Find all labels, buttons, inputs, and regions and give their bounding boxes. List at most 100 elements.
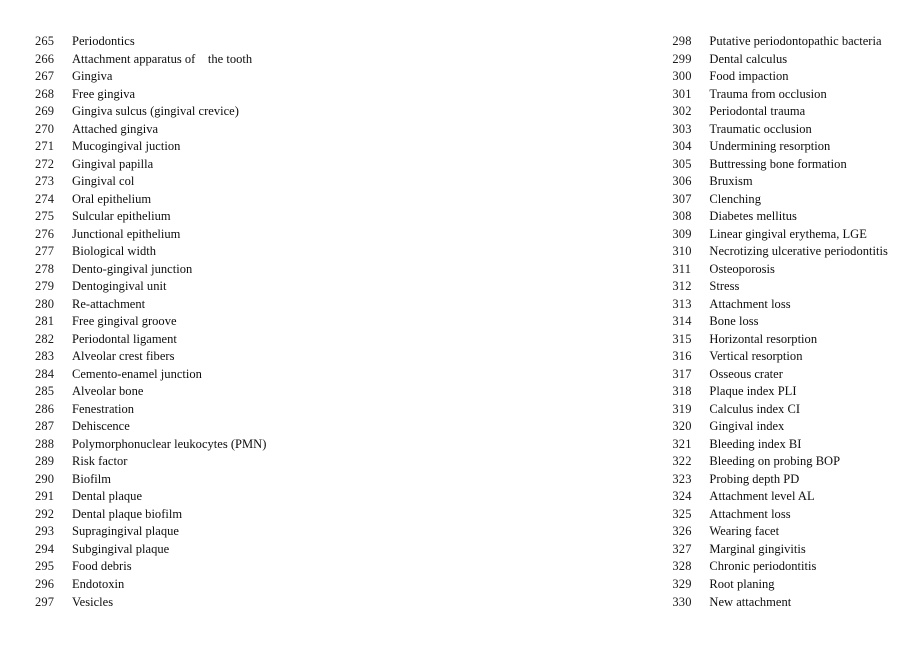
glossary-entry: 324 Attachment level AL: [672, 488, 887, 506]
glossary-entry-label: Dehiscence: [72, 419, 130, 434]
glossary-entry-number: 297: [35, 594, 55, 609]
glossary-entry: 300 Food impaction: [672, 68, 887, 86]
glossary-entry-label: Bruxism: [709, 174, 753, 189]
glossary-entry-label: Oral epithelium: [72, 191, 152, 206]
glossary-entry-label: Cemento-enamel junction: [72, 366, 202, 381]
glossary-entry: 270 Attached gingiva: [35, 121, 266, 139]
glossary-entry-label: Bleeding index BI: [709, 436, 802, 451]
glossary-entry: 284 Cemento-enamel junction: [35, 366, 266, 384]
glossary-entry: 286 Fenestration: [35, 401, 266, 419]
glossary-entry-label: Dental plaque: [72, 489, 143, 504]
glossary-entry: 288 Polymorphonuclear leukocytes (PMN): [35, 436, 266, 454]
glossary-entry: 293 Supragingival plaque: [35, 523, 266, 541]
glossary-entry-number: 288: [35, 436, 55, 451]
glossary-entry: 290 Biofilm: [35, 471, 266, 489]
glossary-entry-label: Osseous crater: [709, 366, 783, 381]
glossary-entry-number: 323: [672, 471, 692, 486]
glossary-entry: 328 Chronic periodontitis: [672, 558, 887, 576]
glossary-column-right: 298 Putative periodontopathic bacteria 299…: [672, 33, 887, 611]
glossary-entry-number: 310: [672, 244, 692, 259]
glossary-entry: 266 Attachment apparatus of the tooth: [35, 51, 266, 69]
glossary-entry: 282 Periodontal ligament: [35, 331, 266, 349]
glossary-entry-label: Calculus index CI: [709, 401, 801, 416]
glossary-entry-number: 279: [35, 279, 55, 294]
glossary-entry-number: 326: [672, 524, 692, 539]
glossary-entry-number: 292: [35, 506, 55, 521]
glossary-entry: 318 Plaque index PLI: [672, 383, 887, 401]
glossary-entry-number: 267: [35, 69, 55, 84]
glossary-entry-label: Attachment loss: [709, 296, 791, 311]
glossary-entry: 294 Subgingival plaque: [35, 541, 266, 559]
glossary-entry-label: Junctional epithelium: [72, 226, 181, 241]
glossary-entry-number: 283: [35, 349, 55, 364]
glossary-entry-label: Periodontal ligament: [72, 331, 177, 346]
glossary-entry-label: Buttressing bone formation: [709, 156, 847, 171]
glossary-entry-number: 269: [35, 104, 55, 119]
glossary-entry-label: Sulcular epithelium: [72, 209, 171, 224]
glossary-entry: 316 Vertical resorption: [672, 348, 887, 366]
glossary-entry: 314 Bone loss: [672, 313, 887, 331]
glossary-entry: 313 Attachment loss: [672, 296, 887, 314]
glossary-entry: 330 New attachment: [672, 594, 887, 612]
glossary-entry-label: Necrotizing ulcerative periodontitis: [709, 244, 888, 259]
glossary-entry-number: 302: [672, 104, 692, 119]
glossary-entry-number: 300: [672, 69, 692, 84]
glossary-entry-label: Gingival col: [72, 174, 135, 189]
glossary-entry-label: Free gingival groove: [72, 314, 177, 329]
glossary-entry-label: Subgingival plaque: [72, 541, 170, 556]
glossary-entry-number: 284: [35, 366, 55, 381]
glossary-entry: 277 Biological width: [35, 243, 266, 261]
glossary-entry: 303 Traumatic occlusion: [672, 121, 887, 139]
glossary-entry-label: Alveolar bone: [72, 384, 144, 399]
glossary-entry-label: Dentogingival unit: [72, 279, 167, 294]
glossary-entry-number: 316: [672, 349, 692, 364]
glossary-entry-label: Vesicles: [72, 594, 114, 609]
glossary-entry-number: 266: [35, 51, 55, 66]
glossary-column-left: 265 Periodontics 266 Attachment apparatus o…: [35, 33, 266, 611]
glossary-entry-number: 281: [35, 314, 55, 329]
glossary-entry-label: Diabetes mellitus: [709, 209, 797, 224]
glossary-entry: 301 Trauma from occlusion: [672, 86, 887, 104]
glossary-entry: 271 Mucogingival juction: [35, 138, 266, 156]
glossary-entry-number: 322: [672, 454, 692, 469]
glossary-entry-number: 312: [672, 279, 692, 294]
glossary-entry: 302 Periodontal trauma: [672, 103, 887, 121]
glossary-entry: 307 Clenching: [672, 191, 887, 209]
glossary-entry-number: 306: [672, 174, 692, 189]
glossary-entry-number: 277: [35, 244, 55, 259]
glossary-entry: 287 Dehiscence: [35, 418, 266, 436]
glossary-entry: 265 Periodontics: [35, 33, 266, 51]
glossary-entry-label: Putative periodontopathic bacteria: [709, 34, 882, 48]
glossary-entry-number: 304: [672, 139, 692, 154]
glossary-entry-number: 311: [672, 261, 692, 276]
glossary-entry: 321 Bleeding index BI: [672, 436, 887, 454]
glossary-entry-number: 295: [35, 559, 55, 574]
glossary-entry-label: Plaque index PLI: [709, 384, 797, 399]
glossary-entry-label: Dento-gingival junction: [72, 261, 193, 276]
glossary-entry-label: Traumatic occlusion: [709, 121, 812, 136]
glossary-entry-label: Root planing: [709, 576, 775, 591]
glossary-entry-number: 286: [35, 401, 55, 416]
glossary-entry-number: 315: [672, 331, 692, 346]
glossary-entry: 327 Marginal gingivitis: [672, 541, 887, 559]
glossary-entry-label: Dental plaque biofilm: [72, 506, 183, 521]
glossary-entry: 273 Gingival col: [35, 173, 266, 191]
glossary-entry: 274 Oral epithelium: [35, 191, 266, 209]
glossary-entry-number: 309: [672, 226, 692, 241]
glossary-entry-number: 270: [35, 121, 55, 136]
glossary-entry: 281 Free gingival groove: [35, 313, 266, 331]
glossary-entry-number: 290: [35, 471, 55, 486]
glossary-entry-number: 276: [35, 226, 55, 241]
glossary-entry: 279 Dentogingival unit: [35, 278, 266, 296]
glossary-entry: 296 Endotoxin: [35, 576, 266, 594]
glossary-entry: 323 Probing depth PD: [672, 471, 887, 489]
glossary-columns: 265 Periodontics 266 Attachment apparatus o…: [0, 33, 920, 611]
glossary-entry: 320 Gingival index: [672, 418, 887, 436]
glossary-entry-label: Attachment level AL: [709, 489, 815, 504]
glossary-entry-label: Free gingiva: [72, 86, 136, 101]
glossary-entry: 267 Gingiva: [35, 68, 266, 86]
glossary-entry: 280 Re-attachment: [35, 296, 266, 314]
glossary-entry-label: Biofilm: [72, 471, 112, 486]
glossary-entry-number: 324: [672, 489, 692, 504]
glossary-entry-label: Attached gingiva: [72, 121, 159, 136]
